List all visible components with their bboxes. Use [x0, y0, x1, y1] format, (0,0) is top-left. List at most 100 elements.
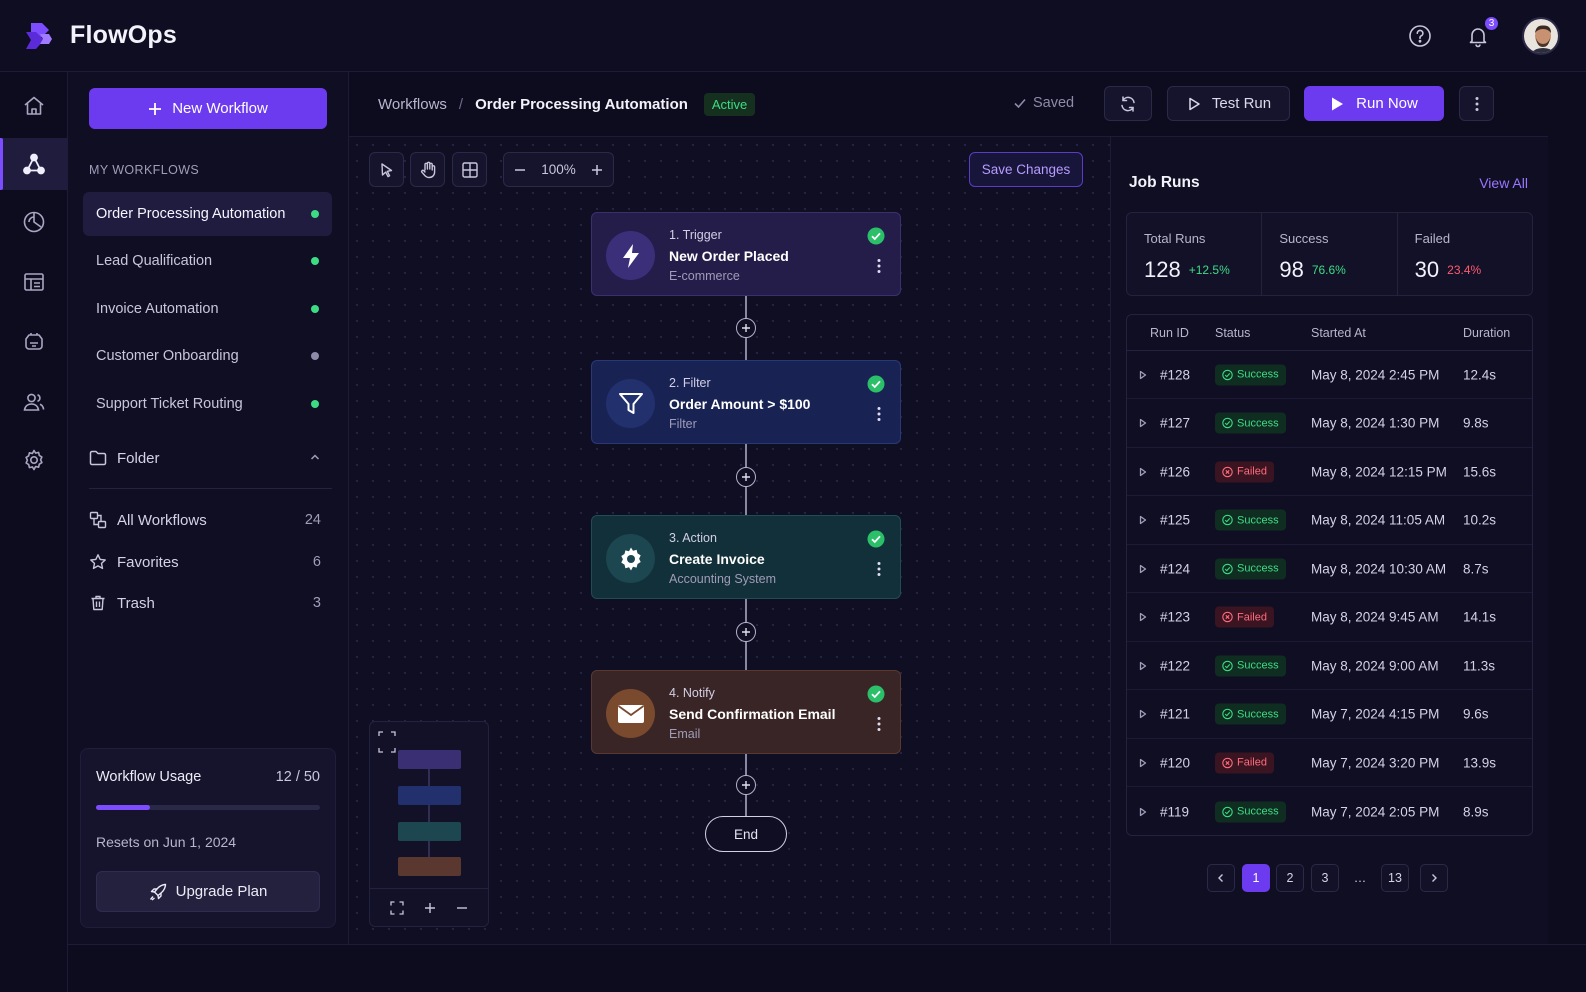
page-button[interactable]: 1 — [1242, 864, 1270, 892]
expand-caret-icon[interactable] — [1139, 709, 1147, 719]
workflow-item[interactable]: Customer Onboarding — [83, 334, 332, 378]
nav-analytics[interactable] — [0, 196, 68, 248]
table-row[interactable]: #124 Success May 8, 2024 10:30 AM 8.7s — [1127, 545, 1532, 593]
folder-toggle[interactable]: Folder — [89, 445, 321, 471]
zoom-controls: 100% — [503, 152, 614, 187]
more-vertical-icon — [1475, 96, 1479, 112]
nav-data-table[interactable] — [0, 256, 68, 308]
table-row[interactable]: #120 Failed May 7, 2024 3:20 PM 13.9s — [1127, 739, 1532, 787]
node-subtitle: Filter — [669, 417, 697, 431]
nav-workflows[interactable] — [0, 138, 68, 190]
add-step-button[interactable] — [736, 622, 756, 642]
workflow-item[interactable]: Lead Qualification — [83, 239, 332, 283]
expand-caret-icon[interactable] — [1139, 467, 1147, 477]
node-more-icon[interactable] — [877, 258, 881, 274]
stat-delta: 23.4% — [1447, 263, 1482, 277]
add-step-button[interactable] — [736, 775, 756, 795]
save-changes-button[interactable]: Save Changes — [969, 152, 1083, 187]
layout-tool-button[interactable] — [452, 152, 487, 187]
nav-settings[interactable] — [0, 434, 68, 486]
end-node[interactable]: End — [705, 816, 787, 852]
table-row[interactable]: #122 Success May 8, 2024 9:00 AM 11.3s — [1127, 642, 1532, 690]
table-row[interactable]: #123 Failed May 8, 2024 9:45 AM 14.1s — [1127, 594, 1532, 642]
workflow-node-action[interactable]: 3. Action Create Invoice Accounting Syst… — [591, 515, 901, 599]
expand-caret-icon[interactable] — [1139, 515, 1147, 525]
zoom-out-button[interactable] — [514, 164, 526, 176]
chevron-right-icon — [1432, 874, 1437, 882]
add-step-button[interactable] — [736, 318, 756, 338]
breadcrumb-workflows-link[interactable]: Workflows — [378, 96, 447, 113]
run-stats: Total Runs 128 +12.5% Success 98 76.6% Fai… — [1126, 212, 1533, 296]
view-all-link[interactable]: View All — [1479, 175, 1528, 191]
fit-view-icon[interactable] — [390, 900, 404, 915]
node-subtitle: Accounting System — [669, 572, 776, 586]
workflow-node-filter[interactable]: 2. Filter Order Amount > $100 Filter — [591, 360, 901, 444]
expand-caret-icon[interactable] — [1139, 564, 1147, 574]
nav-home[interactable] — [0, 80, 68, 132]
node-title: Send Confirmation Email — [669, 706, 836, 722]
node-more-icon[interactable] — [877, 561, 881, 577]
status-label: Failed — [1237, 756, 1267, 769]
brand[interactable]: FlowOps — [22, 21, 177, 51]
upgrade-plan-button[interactable]: Upgrade Plan — [96, 871, 320, 912]
page-button[interactable]: 13 — [1381, 864, 1409, 892]
breadcrumb-separator: / — [458, 95, 464, 113]
table-row[interactable]: #125 Success May 8, 2024 11:05 AM 10.2s — [1127, 497, 1532, 545]
node-more-icon[interactable] — [877, 716, 881, 732]
minimap-zoom-in-icon[interactable] — [424, 902, 436, 914]
expand-caret-icon[interactable] — [1139, 418, 1147, 428]
minimap[interactable] — [369, 721, 489, 927]
table-header: Run ID Status Started At Duration — [1127, 315, 1532, 351]
notifications-button[interactable]: 3 — [1464, 15, 1500, 50]
help-icon[interactable] — [1406, 22, 1434, 50]
user-avatar[interactable] — [1522, 17, 1560, 55]
minimap-zoom-out-icon[interactable] — [456, 902, 468, 914]
nav-users[interactable] — [0, 376, 68, 428]
workflow-item[interactable]: Order Processing Automation — [83, 192, 332, 236]
pan-tool-button[interactable] — [410, 152, 445, 187]
chevron-up-icon — [309, 451, 321, 463]
nav-integrations[interactable] — [0, 316, 68, 368]
refresh-button[interactable] — [1104, 86, 1152, 121]
add-step-button[interactable] — [736, 467, 756, 487]
table-row[interactable]: #121 Success May 7, 2024 4:15 PM 9.6s — [1127, 691, 1532, 739]
stat-label: Total Runs — [1144, 231, 1206, 246]
workflow-node-trigger[interactable]: 1. Trigger New Order Placed E-commerce — [591, 212, 901, 296]
run-id: #124 — [1160, 561, 1191, 576]
workflow-item[interactable]: Invoice Automation — [83, 287, 332, 331]
table-row[interactable]: #128 Success May 8, 2024 2:45 PM 12.4s — [1127, 351, 1532, 399]
zoom-level: 100% — [541, 162, 576, 177]
run-id: #128 — [1160, 367, 1191, 382]
workflows-stack-icon — [89, 511, 107, 529]
run-now-button[interactable]: Run Now — [1304, 86, 1444, 121]
duration: 12.4s — [1463, 367, 1497, 382]
select-tool-button[interactable] — [369, 152, 404, 187]
zoom-in-button[interactable] — [591, 164, 603, 176]
status-badge: Success — [1215, 558, 1286, 579]
table-row[interactable]: #119 Success May 7, 2024 2:05 PM 8.9s — [1127, 788, 1532, 836]
expand-caret-icon[interactable] — [1139, 612, 1147, 622]
status-badge: Success — [1215, 801, 1286, 822]
expand-caret-icon[interactable] — [1139, 758, 1147, 768]
table-row[interactable]: #127 Success May 8, 2024 1:30 PM 9.8s — [1127, 400, 1532, 448]
test-run-button[interactable]: Test Run — [1167, 86, 1290, 121]
library-item-favorites[interactable]: Favorites 6 — [89, 549, 321, 575]
expand-caret-icon[interactable] — [1139, 807, 1147, 817]
page-button[interactable]: 3 — [1311, 864, 1339, 892]
workflow-node-notify[interactable]: 4. Notify Send Confirmation Email Email — [591, 670, 901, 754]
library-item-trash[interactable]: Trash 3 — [89, 590, 321, 616]
prev-page-button[interactable] — [1207, 864, 1235, 892]
library-item-all-workflows[interactable]: All Workflows 24 — [89, 507, 321, 533]
duration: 8.7s — [1463, 561, 1489, 576]
workflow-item[interactable]: Support Ticket Routing — [83, 382, 332, 426]
node-more-icon[interactable] — [877, 406, 881, 422]
expand-caret-icon[interactable] — [1139, 661, 1147, 671]
workflow-item-label: Invoice Automation — [96, 301, 219, 317]
expand-caret-icon[interactable] — [1139, 370, 1147, 380]
next-page-button[interactable] — [1420, 864, 1448, 892]
page-button[interactable]: 2 — [1276, 864, 1304, 892]
saved-label: Saved — [1033, 95, 1075, 111]
table-row[interactable]: #126 Failed May 8, 2024 12:15 PM 15.6s — [1127, 448, 1532, 496]
more-options-button[interactable] — [1459, 86, 1494, 121]
new-workflow-button[interactable]: New Workflow — [89, 88, 327, 129]
